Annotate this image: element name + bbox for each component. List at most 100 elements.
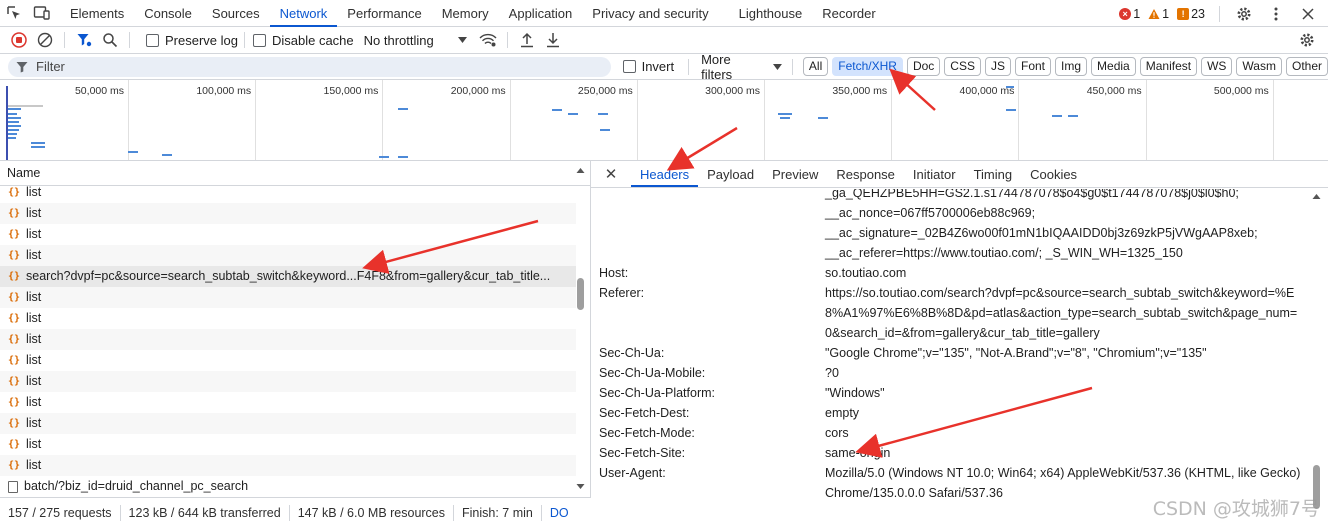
header-row: Referer: https://so.toutiao.com/search?dv… bbox=[599, 283, 1304, 343]
request-row[interactable]: {} list bbox=[0, 287, 576, 308]
detail-tab-initiator[interactable]: Initiator bbox=[904, 161, 965, 187]
header-name: Sec-Ch-Ua: bbox=[599, 346, 665, 360]
filter-chip-img[interactable]: Img bbox=[1055, 57, 1088, 76]
tab-application[interactable]: Application bbox=[499, 0, 583, 27]
network-status-bar: 157 / 275 requests 123 kB / 644 kB trans… bbox=[0, 497, 591, 527]
request-list-scrollbar[interactable] bbox=[575, 161, 586, 497]
record-stop-icon[interactable] bbox=[6, 28, 32, 52]
request-row[interactable]: {} list bbox=[0, 413, 576, 434]
request-row[interactable]: batch/?biz_id=druid_channel_pc_search bbox=[0, 476, 576, 497]
header-name: Sec-Fetch-Site: bbox=[599, 446, 686, 460]
timeline-request-bar bbox=[379, 156, 389, 158]
filter-chip-doc[interactable]: Doc bbox=[906, 57, 941, 76]
scrollbar-thumb[interactable] bbox=[577, 278, 584, 310]
timeline-request-bar bbox=[31, 146, 45, 148]
request-row[interactable]: {} list bbox=[0, 224, 576, 245]
request-name: list bbox=[26, 311, 42, 325]
header-value: so.toutiao.com bbox=[825, 266, 907, 280]
resources-size: 147 kB / 6.0 MB resources bbox=[290, 504, 455, 521]
xhr-icon: {} bbox=[8, 250, 21, 261]
request-name: batch/?biz_id=druid_channel_pc_search bbox=[24, 479, 249, 493]
network-overview-timeline[interactable]: 50,000 ms 100,000 ms 150,000 ms 200,000 ms 2… bbox=[0, 80, 1328, 161]
tab-console[interactable]: Console bbox=[134, 0, 202, 27]
settings-gear-icon[interactable] bbox=[1230, 0, 1258, 27]
request-row[interactable]: {} list bbox=[0, 434, 576, 455]
detail-tab-cookies[interactable]: Cookies bbox=[1021, 161, 1086, 187]
timeline-tick-label: 250,000 ms bbox=[577, 85, 633, 97]
preserve-log-checkbox[interactable]: Preserve log bbox=[146, 33, 238, 48]
request-row[interactable]: {} list bbox=[0, 350, 576, 371]
disable-cache-checkbox[interactable]: Disable cache bbox=[252, 33, 354, 48]
issues-count: 23 bbox=[1191, 6, 1205, 21]
scroll-up-arrow-icon[interactable] bbox=[575, 166, 586, 174]
tab-performance[interactable]: Performance bbox=[337, 0, 431, 27]
throttling-select[interactable]: No throttling bbox=[364, 33, 467, 48]
filter-chip-font[interactable]: Font bbox=[1015, 57, 1052, 76]
more-options-icon[interactable] bbox=[1262, 0, 1290, 27]
filter-input[interactable]: Filter bbox=[8, 56, 611, 77]
filter-chip-manifest[interactable]: Manifest bbox=[1139, 57, 1198, 76]
request-row[interactable]: {} list bbox=[0, 308, 576, 329]
tab-memory[interactable]: Memory bbox=[432, 0, 499, 27]
network-conditions-icon[interactable] bbox=[475, 28, 501, 52]
timeline-request-bar bbox=[7, 105, 43, 107]
request-row[interactable]: {} list bbox=[0, 245, 576, 266]
errors-badge[interactable]: × 1 bbox=[1119, 7, 1140, 21]
filter-chip-other[interactable]: Other bbox=[1285, 57, 1328, 76]
headers-scrollbar[interactable] bbox=[1311, 189, 1322, 527]
issues-badge[interactable]: ! 23 bbox=[1177, 7, 1205, 21]
request-row[interactable]: {} search?dvpf=pc&source=search_subtab_sw… bbox=[0, 266, 576, 287]
request-row[interactable]: {} list bbox=[0, 329, 576, 350]
request-row[interactable]: {} list bbox=[0, 182, 576, 203]
inspect-element-icon[interactable] bbox=[0, 0, 28, 27]
filter-chip-ws[interactable]: WS bbox=[1201, 57, 1233, 76]
clear-icon[interactable] bbox=[32, 28, 58, 52]
export-har-icon[interactable] bbox=[540, 28, 566, 52]
header-name: Host: bbox=[599, 266, 629, 280]
scroll-down-arrow-icon[interactable] bbox=[575, 483, 586, 491]
request-row[interactable]: {} list bbox=[0, 392, 576, 413]
tab-recorder[interactable]: Recorder bbox=[812, 0, 885, 27]
filter-chip-wasm[interactable]: Wasm bbox=[1236, 57, 1282, 76]
filter-funnel-icon[interactable] bbox=[71, 28, 97, 52]
detail-tab-timing[interactable]: Timing bbox=[965, 161, 1022, 187]
detail-tab-preview[interactable]: Preview bbox=[763, 161, 827, 187]
filter-chip-all[interactable]: All bbox=[802, 57, 829, 76]
header-row: __ac_nonce=067ff5700006eb88c969; bbox=[599, 203, 1304, 223]
request-row[interactable]: {} list bbox=[0, 455, 576, 476]
close-detail-icon[interactable]: ✕ bbox=[599, 161, 623, 187]
import-har-icon[interactable] bbox=[514, 28, 540, 52]
checkbox-box[interactable] bbox=[252, 33, 266, 47]
device-toolbar-icon[interactable] bbox=[28, 0, 56, 27]
tab-elements[interactable]: Elements bbox=[60, 0, 134, 27]
request-row[interactable]: {} list bbox=[0, 371, 576, 392]
timeline-request-bar bbox=[1006, 86, 1014, 88]
tab-sources[interactable]: Sources bbox=[202, 0, 270, 27]
checkbox-box[interactable] bbox=[146, 33, 159, 47]
filter-chip-js[interactable]: JS bbox=[984, 57, 1011, 76]
detail-tabs: ✕ Headers Payload Preview Response Initiator… bbox=[591, 161, 1328, 188]
tab-network[interactable]: Network bbox=[269, 0, 338, 27]
close-devtools-icon[interactable] bbox=[1294, 0, 1322, 27]
detail-tab-headers[interactable]: Headers bbox=[631, 161, 699, 187]
header-name: Referer: bbox=[599, 286, 645, 300]
filter-chip-media[interactable]: Media bbox=[1091, 57, 1136, 76]
xhr-icon: {} bbox=[8, 229, 21, 240]
detail-tab-response[interactable]: Response bbox=[827, 161, 904, 187]
detail-tab-payload[interactable]: Payload bbox=[698, 161, 763, 187]
more-filters-dropdown[interactable]: More filters bbox=[701, 52, 782, 82]
request-name: list bbox=[26, 374, 42, 388]
request-row[interactable]: {} list bbox=[0, 203, 576, 224]
tab-privacy-and-security[interactable]: Privacy and security bbox=[582, 0, 718, 27]
filter-chip-css[interactable]: CSS bbox=[944, 57, 981, 76]
scroll-up-arrow-icon[interactable] bbox=[1311, 192, 1322, 200]
tab-lighthouse[interactable]: Lighthouse bbox=[729, 0, 813, 27]
invert-checkbox[interactable]: Invert bbox=[622, 59, 674, 74]
filter-chip-fetch-xhr[interactable]: Fetch/XHR bbox=[832, 57, 903, 76]
finish-time: Finish: 7 min bbox=[454, 504, 542, 521]
checkbox-box[interactable] bbox=[622, 60, 636, 73]
request-name: list bbox=[26, 416, 42, 430]
network-settings-gear-icon[interactable] bbox=[1294, 28, 1320, 52]
warnings-badge[interactable]: 1 bbox=[1148, 7, 1169, 21]
search-icon[interactable] bbox=[97, 28, 123, 52]
